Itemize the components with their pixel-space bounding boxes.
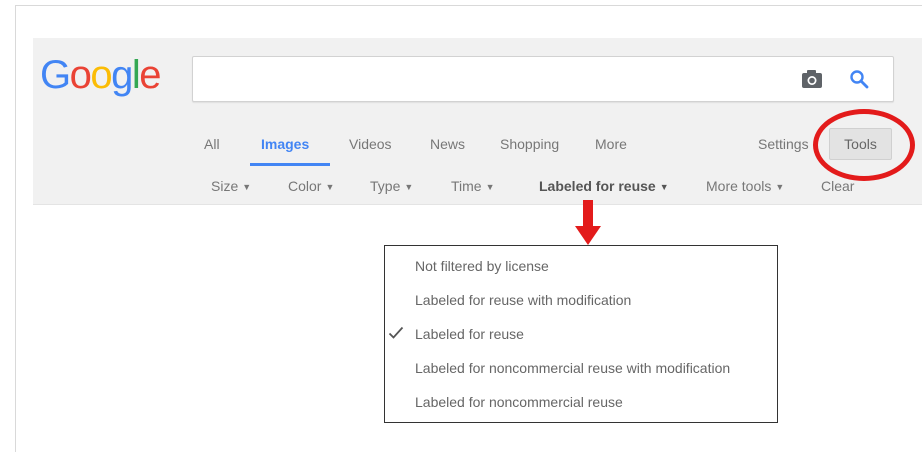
tab-all[interactable]: All (204, 136, 220, 152)
filter-label: More tools (706, 178, 772, 194)
active-tab-underline (250, 163, 330, 166)
caret-down-icon: ▼ (659, 182, 669, 192)
logo-letter: o (90, 53, 112, 97)
search-input[interactable] (205, 65, 799, 95)
tab-more[interactable]: More (595, 136, 627, 152)
tab-news[interactable]: News (430, 136, 465, 152)
option-label: Not filtered by license (415, 258, 549, 274)
search-icon[interactable] (849, 69, 869, 89)
tools-button[interactable]: Tools (829, 128, 892, 160)
filter-label: Type (370, 178, 401, 194)
license-option-reuse-modification[interactable]: Labeled for reuse with modification (385, 283, 777, 317)
caret-down-icon: ▼ (404, 182, 414, 192)
logo-letter: g (111, 53, 133, 97)
color-filter[interactable]: Color ▼ (288, 178, 334, 194)
license-dropdown-menu: Not filtered by license Labeled for reus… (384, 245, 778, 423)
license-option-reuse[interactable]: Labeled for reuse (385, 317, 777, 351)
camera-icon[interactable] (801, 69, 823, 89)
type-filter[interactable]: Type ▼ (370, 178, 413, 194)
option-label: Labeled for reuse (415, 326, 524, 342)
settings-link[interactable]: Settings (758, 136, 809, 152)
license-option-noncommercial[interactable]: Labeled for noncommercial reuse (385, 385, 777, 419)
checkmark-icon (388, 326, 404, 339)
filter-label: Color (288, 178, 322, 194)
option-label: Labeled for noncommercial reuse (415, 394, 623, 410)
search-box (192, 56, 894, 102)
annotation-arrow-icon (575, 200, 601, 245)
caret-down-icon: ▼ (325, 182, 335, 192)
logo-letter: e (139, 53, 161, 97)
filter-label: Size (211, 178, 239, 194)
logo-letter: o (69, 53, 92, 97)
option-label: Labeled for noncommercial reuse with mod… (415, 360, 731, 376)
google-logo[interactable]: Google (40, 52, 161, 98)
clear-filters-link[interactable]: Clear (821, 178, 854, 194)
caret-down-icon: ▼ (485, 182, 495, 192)
tab-shopping[interactable]: Shopping (500, 136, 559, 152)
size-filter[interactable]: Size ▼ (211, 178, 251, 194)
option-label: Labeled for reuse with modification (415, 292, 632, 308)
logo-letter: l (131, 53, 141, 97)
usage-rights-filter[interactable]: Labeled for reuse ▼ (539, 178, 669, 194)
more-tools-filter[interactable]: More tools ▼ (706, 178, 784, 194)
tab-videos[interactable]: Videos (349, 136, 392, 152)
time-filter[interactable]: Time ▼ (451, 178, 495, 194)
license-option-not-filtered[interactable]: Not filtered by license (385, 249, 777, 283)
tab-images[interactable]: Images (261, 136, 309, 152)
caret-down-icon: ▼ (242, 182, 252, 192)
filter-label: Time (451, 178, 482, 194)
caret-down-icon: ▼ (775, 182, 785, 192)
logo-letter: G (40, 53, 71, 97)
filter-label: Labeled for reuse (539, 178, 656, 194)
license-option-noncommercial-modification[interactable]: Labeled for noncommercial reuse with mod… (385, 351, 777, 385)
